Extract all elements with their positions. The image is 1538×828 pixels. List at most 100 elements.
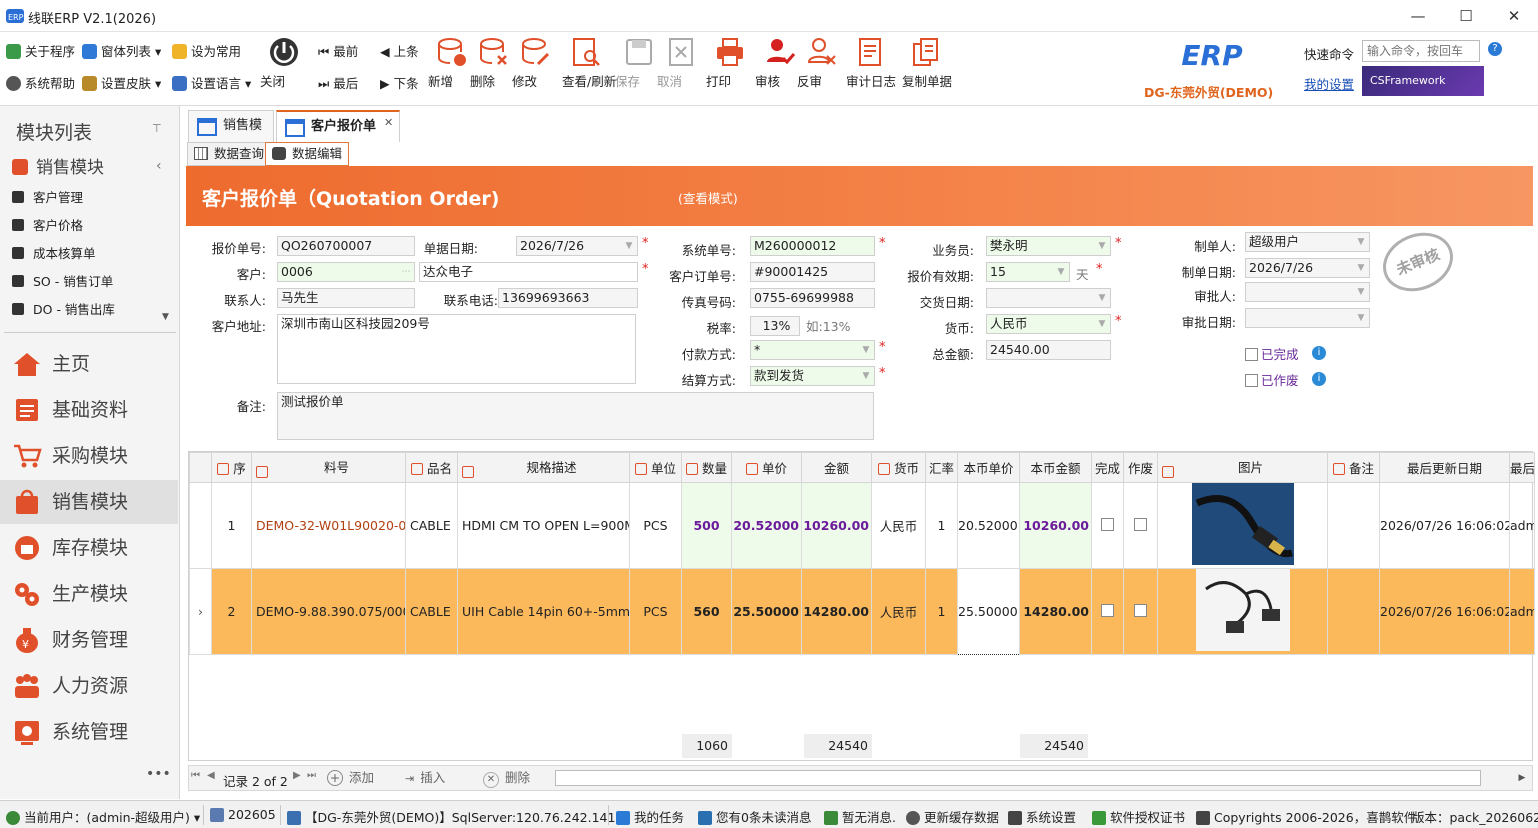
done-checkbox[interactable]: 已完成 — [1245, 344, 1299, 363]
unapprove-button[interactable]: 反审 — [797, 36, 845, 89]
cell-amount[interactable]: 14280.00 — [801, 568, 872, 655]
cell-unit[interactable]: PCS — [629, 482, 682, 569]
chevron-down-icon[interactable]: ▼ — [623, 237, 635, 255]
status-tasks[interactable]: 我的任务 — [616, 807, 684, 826]
next-record-button[interactable]: ▶ 下条 — [380, 74, 419, 94]
cancel-button[interactable]: 取消 — [657, 36, 705, 89]
tab-data-query[interactable]: 数据查询 — [187, 142, 272, 166]
maximize-button[interactable]: ☐ — [1446, 4, 1486, 28]
nav-finance[interactable]: ¥ 财务管理 — [0, 618, 178, 662]
cell-currency[interactable]: 人民币 — [871, 482, 926, 569]
cust-order-field[interactable]: #90001425 — [750, 262, 875, 282]
chevron-down-icon[interactable]: ▼ — [1355, 233, 1367, 251]
col-done[interactable]: 完成 — [1091, 452, 1124, 483]
edit-button[interactable]: 修改 — [512, 36, 560, 89]
tax-field[interactable]: 13% — [750, 316, 800, 336]
checkbox-box[interactable] — [1245, 348, 1258, 361]
sidebar-group-sales[interactable]: 销售模块 — [12, 154, 104, 182]
sidebar-item-do[interactable]: DO - 销售出库 — [12, 298, 115, 322]
cell-local-amount[interactable]: 14280.00 — [1019, 568, 1092, 655]
more-button[interactable]: ••• — [146, 766, 171, 782]
cell-remark[interactable] — [1327, 568, 1380, 655]
cell-done[interactable] — [1091, 482, 1124, 569]
cell-remark[interactable] — [1327, 482, 1380, 569]
col-name[interactable]: 品名 — [405, 452, 458, 483]
currency-select[interactable]: 人民币 ▼ — [986, 314, 1111, 334]
create-date-field[interactable]: 2026/7/26 ▼ — [1245, 258, 1370, 278]
cell-price[interactable]: 20.52000 — [731, 482, 802, 569]
horizontal-scrollbar[interactable] — [555, 770, 1481, 786]
col-qty[interactable]: 数量 — [681, 452, 732, 483]
cell-currency[interactable]: 人民币 — [871, 568, 926, 655]
info-icon[interactable]: i — [1312, 346, 1326, 360]
col-price[interactable]: 单价 — [731, 452, 802, 483]
sidebar-item-cost[interactable]: 成本核算单 — [12, 242, 96, 266]
cell-image[interactable] — [1157, 568, 1328, 655]
refresh-cache-button[interactable]: 更新缓存数据 — [906, 807, 999, 826]
chevron-down-icon[interactable]: ▼ — [1096, 315, 1108, 333]
cell-updated[interactable]: 2026/07/26 16:06:02 — [1379, 482, 1510, 569]
creator-field[interactable]: 超级用户 ▼ — [1245, 232, 1370, 252]
nav-purchase[interactable]: 采购模块 — [0, 434, 178, 478]
close-window-button[interactable]: ✕ — [1494, 4, 1534, 28]
col-part[interactable]: 料号 — [251, 452, 406, 483]
sidebar-item-so[interactable]: SO - 销售订单 — [12, 270, 113, 294]
cell-amount[interactable]: 10260.00 — [801, 482, 872, 569]
tab-data-edit[interactable]: 数据编辑 — [265, 142, 350, 166]
col-seq[interactable]: 序 — [211, 452, 252, 483]
approve-date-field[interactable]: ▼ — [1245, 308, 1370, 328]
system-settings-button[interactable]: 系统设置 — [1008, 807, 1076, 826]
close-button[interactable]: 关闭 — [260, 36, 308, 89]
prev-record-button[interactable]: ◀ 上条 — [380, 42, 419, 62]
about-button[interactable]: 关于程序 — [6, 42, 75, 62]
phone-field[interactable]: 13699693663 — [498, 288, 638, 308]
col-local-amount[interactable]: 本币金额 — [1019, 452, 1092, 483]
delivery-field[interactable]: ▼ — [986, 288, 1111, 308]
customer-code-field[interactable]: 0006 ⋯ — [277, 262, 415, 282]
checkbox-box[interactable] — [1101, 517, 1114, 531]
chevron-down-icon[interactable]: ▼ — [1355, 283, 1367, 301]
sales-select[interactable]: 樊永明 ▼ — [986, 236, 1111, 256]
date-field[interactable]: 2026/7/26 ▼ — [516, 236, 638, 256]
col-spec[interactable]: 规格描述 — [457, 452, 630, 483]
tab-sales-module[interactable]: 销售模块 — [188, 110, 274, 163]
chevron-down-icon[interactable]: ▼ — [1096, 289, 1108, 307]
nav-sales[interactable]: 销售模块 — [0, 480, 178, 524]
status-user[interactable]: 当前用户：(admin-超级用户) ▾ — [6, 807, 200, 826]
row-indicator[interactable]: › — [189, 568, 212, 655]
last-record-button[interactable]: ⏭ 最后 — [318, 74, 358, 94]
col-void[interactable]: 作废 — [1123, 452, 1158, 483]
col-remark[interactable]: 备注 — [1327, 452, 1380, 483]
cell-name[interactable]: CABLE — [405, 482, 458, 569]
cell-void[interactable] — [1123, 568, 1158, 655]
save-button[interactable]: 保存 — [615, 36, 663, 89]
minimize-button[interactable]: — — [1398, 4, 1438, 28]
cell-seq[interactable]: 1 — [211, 482, 252, 569]
col-image[interactable]: 图片 — [1157, 452, 1328, 483]
quote-no-field[interactable]: QO260700007 — [277, 236, 415, 256]
cell-image[interactable] — [1157, 482, 1328, 569]
chevron-down-icon[interactable]: ▼ — [860, 341, 872, 359]
new-button[interactable]: 新增 — [428, 36, 476, 89]
prev-icon[interactable]: ◀ — [207, 770, 215, 781]
total-field[interactable]: 24540.00 — [986, 340, 1111, 360]
chevron-down-icon[interactable]: ▼ — [860, 367, 872, 385]
tab-quotation[interactable]: 客户报价单 — [276, 110, 400, 142]
my-settings-link[interactable]: 我的设置 — [1304, 74, 1354, 93]
chevron-down-icon[interactable]: ▼ — [1055, 263, 1067, 281]
cell-local-price[interactable]: 25.50000 — [957, 568, 1020, 655]
row-indicator[interactable] — [189, 482, 212, 569]
address-field[interactable]: 深圳市南山区科技园209号 — [277, 314, 636, 384]
col-rate[interactable]: 汇率 — [925, 452, 958, 483]
sidebar-item-customer-price[interactable]: 客户价格 — [12, 214, 83, 238]
pin-icon[interactable]: ⊤ — [152, 122, 162, 135]
checkbox-box[interactable] — [1101, 603, 1114, 617]
help-button[interactable]: 系统帮助 — [6, 74, 75, 94]
nav-hr[interactable]: 人力资源 — [0, 664, 178, 708]
col-updated[interactable]: 最后更新日期 — [1379, 452, 1510, 483]
col-currency[interactable]: 货币 — [871, 452, 926, 483]
cell-local-amount[interactable]: 10260.00 — [1019, 482, 1092, 569]
first-icon[interactable]: ⏮ — [191, 770, 200, 781]
view-refresh-button[interactable]: 查看/刷新 — [562, 36, 616, 89]
close-tab-icon[interactable]: ✕ — [384, 116, 393, 129]
